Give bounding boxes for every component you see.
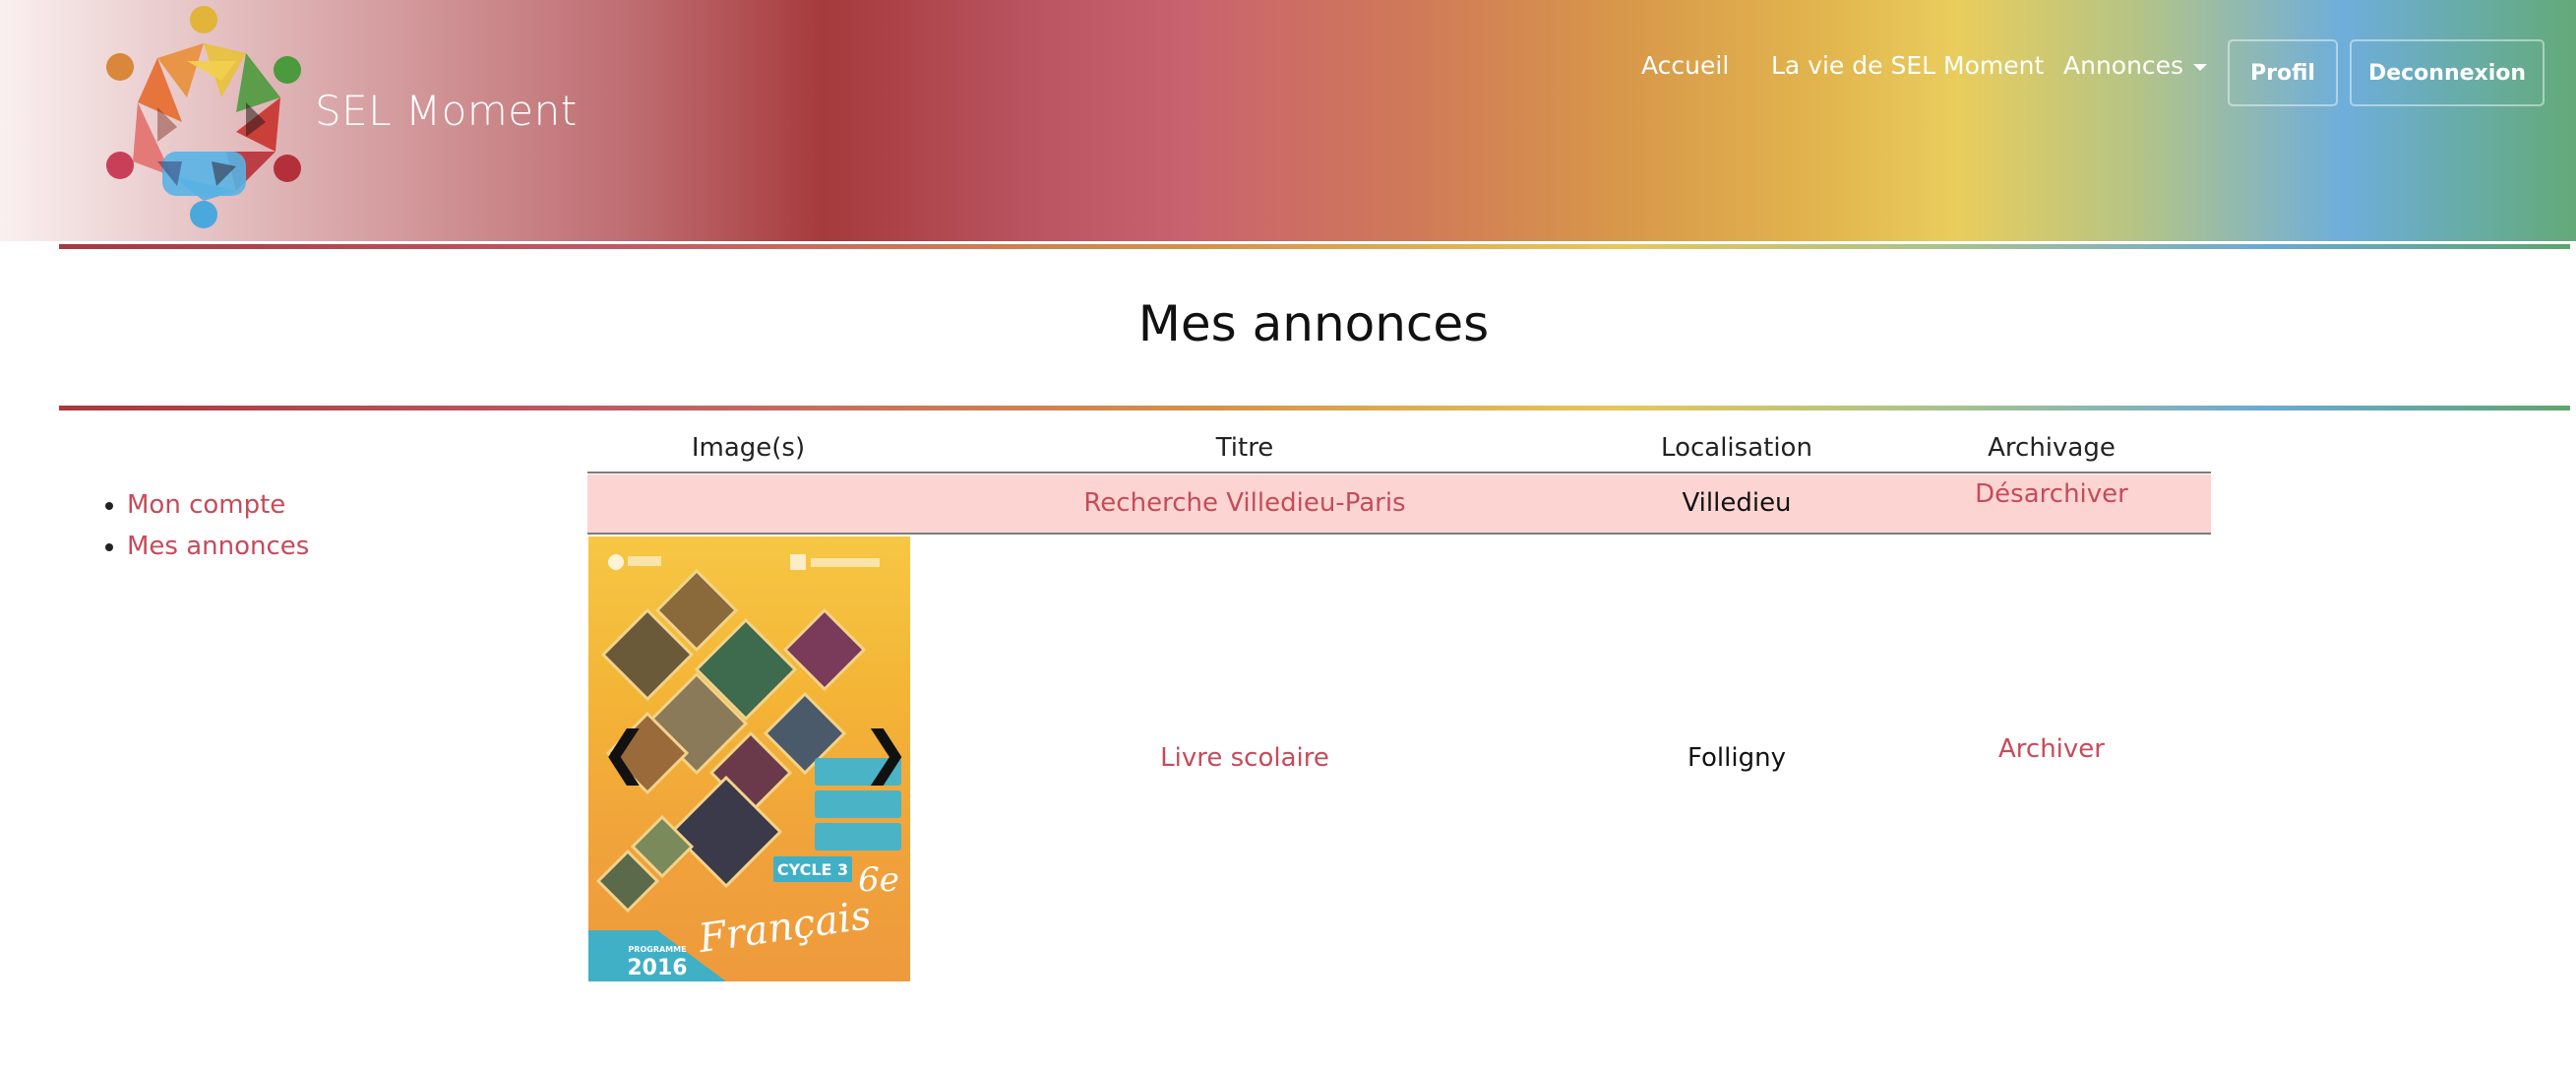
nav-home[interactable]: Accueil: [1641, 51, 1729, 80]
sidebar-item-account: Mon compte: [127, 490, 309, 520]
col-header-archive: Archivage: [1988, 433, 2116, 463]
chevron-right-icon[interactable]: ❯: [862, 719, 910, 786]
cover-programme-text: PROGRAMME: [628, 945, 686, 954]
col-header-images: Image(s): [691, 433, 806, 463]
sidebar-link-ads[interactable]: Mes annonces: [127, 532, 309, 561]
sidebar-item-ads: Mes annonces: [127, 532, 309, 561]
nav-annonces-dropdown[interactable]: Annonces: [2063, 51, 2208, 80]
ad-location: Folligny: [1687, 743, 1786, 773]
cover-cycle-text: CYCLE 3: [777, 860, 848, 879]
col-header-title: Titre: [1215, 433, 1274, 463]
caret-down-icon: [2193, 63, 2208, 71]
ad-title-link[interactable]: Livre scolaire: [1033, 743, 1456, 773]
archive-link[interactable]: Archiver: [1899, 734, 2204, 764]
row-border: [587, 533, 2211, 535]
site-brand[interactable]: SEL Moment: [315, 87, 578, 135]
nav-annonces-label: Annonces: [2063, 51, 2184, 80]
image-carousel[interactable]: CYCLE 3 6e Français PROGRAMME 2016 ❮ ❯: [588, 536, 910, 981]
chevron-left-icon[interactable]: ❮: [600, 719, 648, 786]
account-sidebar: Mon compte Mes annonces: [98, 490, 309, 573]
divider-top: [59, 244, 2570, 249]
nav-life[interactable]: La vie de SEL Moment: [1771, 51, 2044, 80]
unarchive-link[interactable]: Désarchiver: [1899, 479, 2204, 509]
divider-bottom: [59, 406, 2570, 410]
page-title: Mes annonces: [1137, 295, 1490, 352]
header-border: [587, 472, 2211, 473]
logo-icon[interactable]: [98, 4, 309, 232]
ad-location: Villedieu: [1682, 488, 1792, 518]
logout-button[interactable]: Deconnexion: [2350, 39, 2545, 106]
ad-title-link[interactable]: Recherche Villedieu-Paris: [1033, 488, 1456, 518]
cover-subject-text: Français: [695, 893, 874, 962]
cover-year-text: 2016: [627, 956, 687, 980]
col-header-location: Localisation: [1661, 433, 1812, 463]
sidebar-link-account[interactable]: Mon compte: [127, 490, 285, 520]
site-header: SEL Moment Accueil La vie de SEL Moment …: [0, 0, 2576, 241]
profile-button[interactable]: Profil: [2228, 39, 2338, 106]
